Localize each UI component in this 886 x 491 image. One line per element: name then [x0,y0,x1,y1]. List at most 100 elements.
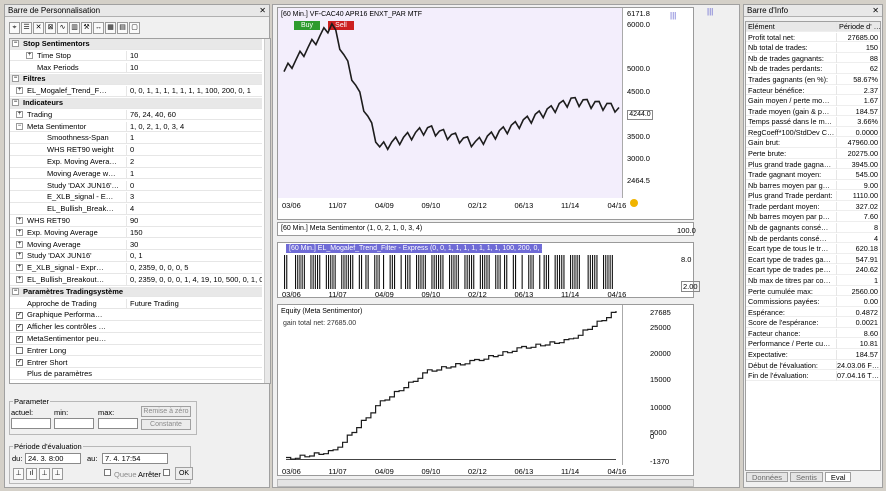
horizontal-scrollbar[interactable] [277,479,694,487]
tree-row[interactable]: Study 'DAX JUN16'… 0 [10,180,262,192]
tree-scrollbar[interactable] [264,39,270,383]
tree-row-value[interactable]: 90 [126,216,262,226]
tree-row[interactable]: + E_XLB_signal - Expr… 0, 2359, 0, 0, 0, 5 [10,263,262,274]
actual-input[interactable] [11,418,51,429]
option-checkbox[interactable]: ✓ [16,359,23,367]
ok-button[interactable]: OK [175,467,193,480]
expand-icon[interactable]: + [16,276,23,283]
constant-button[interactable]: Constante [141,419,191,430]
bars-icon[interactable]: ıl [26,468,37,480]
tree-row[interactable]: Moving Average w… 1 [10,168,262,180]
tree-row[interactable]: E_XLB_signal - E… 3 [10,192,262,203]
tree-row[interactable]: Max Periods 10 [10,62,262,74]
tree-row-value[interactable]: 0 [126,145,262,156]
tree-row[interactable]: WHS RET90 weight 0 [10,145,262,156]
tree-row-value[interactable]: 150 [126,227,262,238]
end-icon[interactable]: ⊥ [52,468,63,480]
collapse-icon[interactable]: − [12,40,19,47]
price-chart[interactable]: [60 Min.] VF-CAC40 APR16 ENXT_PAR MTF Bu… [277,7,694,220]
option-checkbox[interactable]: ✓ [16,311,23,319]
list-icon[interactable]: ☰ [21,22,32,34]
tree-row-value[interactable]: 3 [126,192,262,203]
collapse-icon[interactable]: − [12,287,19,295]
tool-icon[interactable]: ⚒ [81,22,92,34]
tree-row-value[interactable]: 10 [126,50,262,61]
tree-row-value[interactable]: Future Trading [126,298,262,309]
tree-row[interactable]: Exp. Moving Avera… 2 [10,157,262,168]
to-date-input[interactable]: 7. 4. 17:54 [102,453,168,464]
col-period[interactable]: Période d' … [836,22,880,32]
tree-row[interactable]: Approche de Trading Future Trading [10,298,262,310]
expand-icon[interactable]: + [16,264,23,272]
select-icon[interactable]: ⌖ [9,22,20,34]
max-input[interactable] [98,418,138,429]
line-icon[interactable]: ∿ [57,22,68,34]
from-date-input[interactable]: 24. 3. 8:00 [25,453,81,464]
tree-row-value[interactable]: 30 [126,239,262,250]
tree-row[interactable]: Entrer Long [10,346,262,357]
tree-row[interactable]: + Moving Average 30 [10,239,262,251]
cross-icon[interactable]: ✕ [33,22,44,34]
close-icon[interactable]: ✕ [259,5,266,17]
collapse-icon[interactable]: − [16,122,23,130]
tree-row-value[interactable]: 0, 2359, 0, 0, 0, 5 [126,263,262,274]
tree-row[interactable]: Plus de paramètres [10,369,262,380]
meta-sentimentor-chart[interactable]: [60 Min.] Meta Sentimentor (1, 0, 2, 1, … [277,222,696,236]
option-checkbox[interactable]: ✓ [16,335,23,343]
tree-row[interactable]: + WHS RET90 90 [10,216,262,227]
tree-row-value[interactable]: 0, 2359, 0, 0, 0, 1, 4, 19, 10, 500, 0, … [126,275,262,285]
tree-row[interactable]: EL_Bullish_Break… 4 [10,204,262,215]
min-input[interactable] [54,418,94,429]
tree-row-value[interactable]: 1 [126,168,262,179]
start-icon[interactable]: ⊥ [13,468,24,480]
tree-row[interactable]: ✓ MetaSentimentor peu… [10,334,262,345]
queue-checkbox[interactable] [104,469,111,476]
tree-row[interactable]: + Study 'DAX JUN16' 0, 1 [10,251,262,262]
bars-icon[interactable]: ▥ [69,22,80,34]
option-checkbox[interactable] [16,347,23,355]
tree-row[interactable]: − Meta Sentimentor 1, 0, 2, 1, 0, 3, 4 [10,121,262,133]
tree-row[interactable]: Smoothness-Span 1 [10,133,262,144]
tree-row[interactable]: + Exp. Moving Average 150 [10,227,262,239]
expand-icon[interactable]: + [16,217,23,224]
equity-chart[interactable]: Equity (Meta Sentimentor) gain total net… [277,304,694,476]
ruler-icon[interactable]: ↔ [93,22,104,34]
tree-row[interactable]: + EL_Mogalef_Trend_F… 0, 0, 1, 1, 1, 1, 1,… [10,86,262,97]
reset-button[interactable]: Remise à zéro [141,406,191,417]
table-icon[interactable]: ▤ [117,22,128,34]
tab-eval[interactable]: Eval [824,472,852,482]
tree-section-header[interactable]: − Paramètres Tradingsystème [10,286,262,298]
tree-row[interactable]: + EL_Bullish_Breakout… 0, 2359, 0, 0, 0, 1… [10,275,262,286]
tree-row[interactable]: + Trading 76, 24, 40, 60 [10,109,262,121]
tree-row-value[interactable]: 0, 0, 1, 1, 1, 1, 1, 1, 1, 100, 200, 0, … [126,86,262,97]
tree-row-value[interactable]: 2 [126,157,262,167]
col-element[interactable]: Elément [748,22,834,32]
tree-row[interactable]: ✓ Entrer Short [10,358,262,369]
range-icon[interactable]: ⊥ [39,468,50,480]
tree-row-value[interactable]: 76, 24, 40, 60 [126,109,262,120]
tree-section-header[interactable]: − Stop Sentimentors [10,39,262,50]
tree-section-header[interactable]: − Filtres [10,74,262,85]
expand-icon[interactable]: + [16,228,23,236]
expand-icon[interactable]: + [16,252,23,260]
tab-sentis[interactable]: Sentis [790,472,823,482]
window-icon[interactable]: ▢ [129,22,140,34]
tab-données[interactable]: Données [746,472,789,482]
stop-checkbox[interactable] [163,469,170,476]
expand-icon[interactable]: + [26,51,33,59]
tree-row-value[interactable]: 4 [126,204,262,215]
tree-row-value[interactable]: 1 [126,133,262,144]
tree-row-value[interactable]: 0, 1 [126,251,262,262]
scale-icon[interactable]: ||| [670,11,676,20]
scale-icon-right[interactable]: ||| [707,7,713,16]
tree-row[interactable]: ✓ Afficher les contrôles … [10,322,262,333]
tree-row-value[interactable]: 0 [126,180,262,191]
expand-icon[interactable]: + [16,87,23,95]
collapse-icon[interactable]: − [12,75,19,83]
tree-row-value[interactable]: 1, 0, 2, 1, 0, 3, 4 [126,121,262,132]
tree-row[interactable]: + Time Stop 10 [10,50,262,62]
close-icon[interactable]: ✕ [872,5,879,17]
tree-section-header[interactable]: − Indicateurs [10,98,262,109]
tree-row[interactable]: ✓ Graphique Performa… [10,310,262,321]
expand-icon[interactable]: + [16,110,23,118]
